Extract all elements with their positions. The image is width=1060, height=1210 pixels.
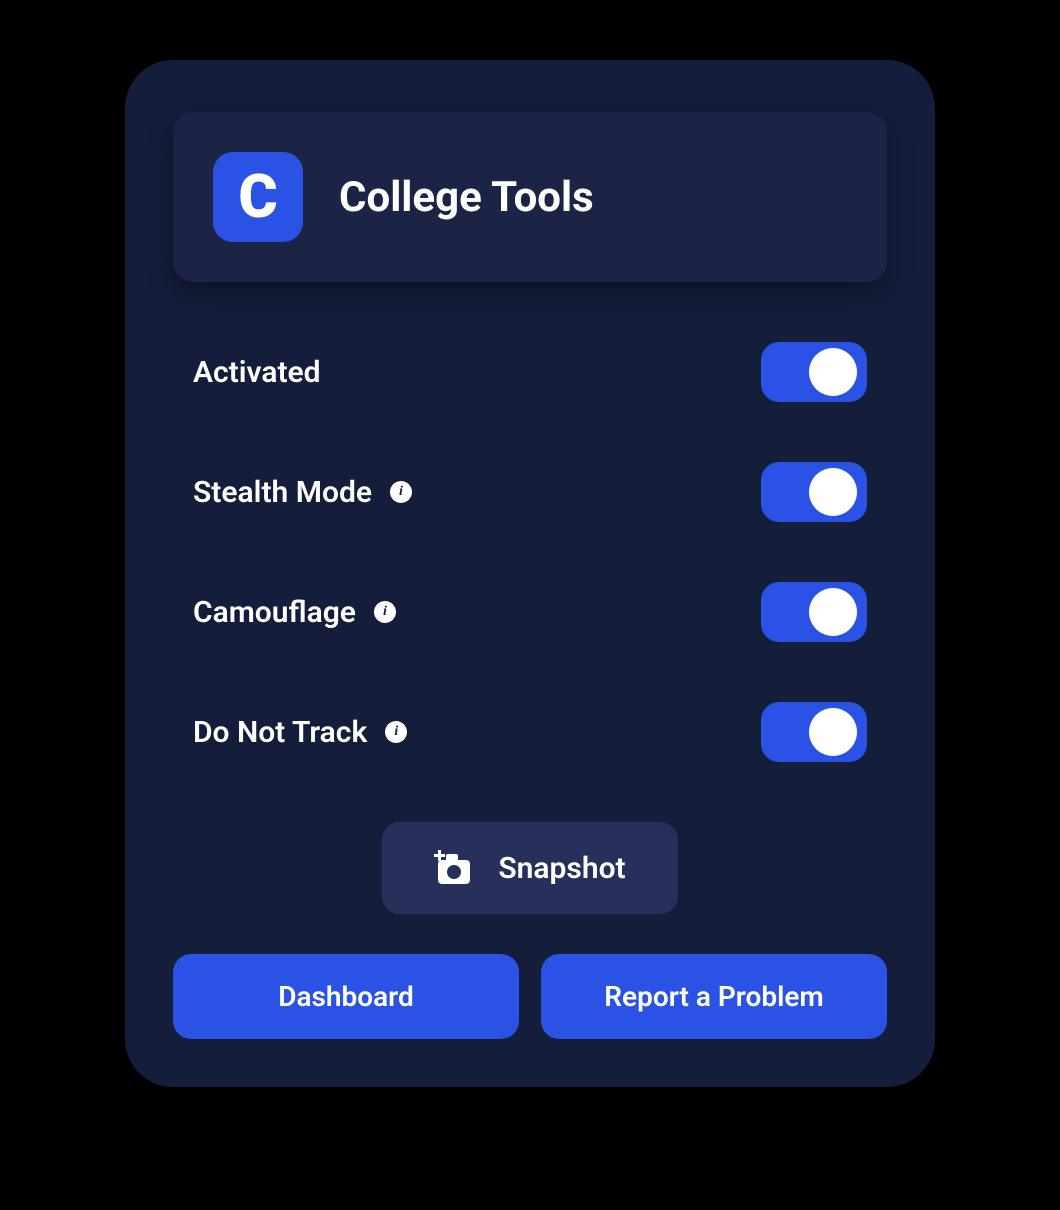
dashboard-button[interactable]: Dashboard [173, 954, 519, 1039]
setting-label-wrap: Camouflage i [193, 595, 396, 630]
setting-label: Do Not Track [193, 715, 367, 750]
snapshot-label: Snapshot [498, 851, 625, 886]
setting-row-stealth-mode: Stealth Mode i [193, 462, 867, 522]
report-problem-button-label: Report a Problem [604, 980, 823, 1013]
setting-row-do-not-track: Do Not Track i [193, 702, 867, 762]
setting-label: Activated [193, 355, 321, 390]
toggle-knob [809, 348, 857, 396]
camera-plus-icon [434, 848, 474, 888]
toggle-stealth-mode[interactable] [761, 462, 867, 522]
toggle-knob [809, 708, 857, 756]
setting-label: Camouflage [193, 595, 356, 630]
setting-label-wrap: Activated [193, 355, 321, 390]
settings-list: Activated Stealth Mode i Camouflage i [173, 342, 887, 762]
toggle-knob [809, 468, 857, 516]
info-icon[interactable]: i [390, 481, 412, 503]
setting-label-wrap: Stealth Mode i [193, 475, 412, 510]
app-logo: C [213, 152, 303, 242]
app-title: College Tools [339, 173, 594, 222]
action-buttons-row: Dashboard Report a Problem [173, 954, 887, 1039]
setting-row-camouflage: Camouflage i [193, 582, 867, 642]
main-panel: C College Tools Activated Stealth Mode i… [125, 60, 935, 1087]
report-problem-button[interactable]: Report a Problem [541, 954, 887, 1039]
toggle-knob [809, 588, 857, 636]
info-icon[interactable]: i [374, 601, 396, 623]
info-icon[interactable]: i [385, 721, 407, 743]
setting-row-activated: Activated [193, 342, 867, 402]
setting-label: Stealth Mode [193, 475, 372, 510]
toggle-do-not-track[interactable] [761, 702, 867, 762]
app-header: C College Tools [173, 112, 887, 282]
snapshot-button[interactable]: Snapshot [382, 822, 677, 914]
logo-letter: C [238, 167, 277, 227]
toggle-camouflage[interactable] [761, 582, 867, 642]
dashboard-button-label: Dashboard [278, 980, 414, 1013]
snapshot-wrap: Snapshot [173, 822, 887, 914]
toggle-activated[interactable] [761, 342, 867, 402]
setting-label-wrap: Do Not Track i [193, 715, 407, 750]
